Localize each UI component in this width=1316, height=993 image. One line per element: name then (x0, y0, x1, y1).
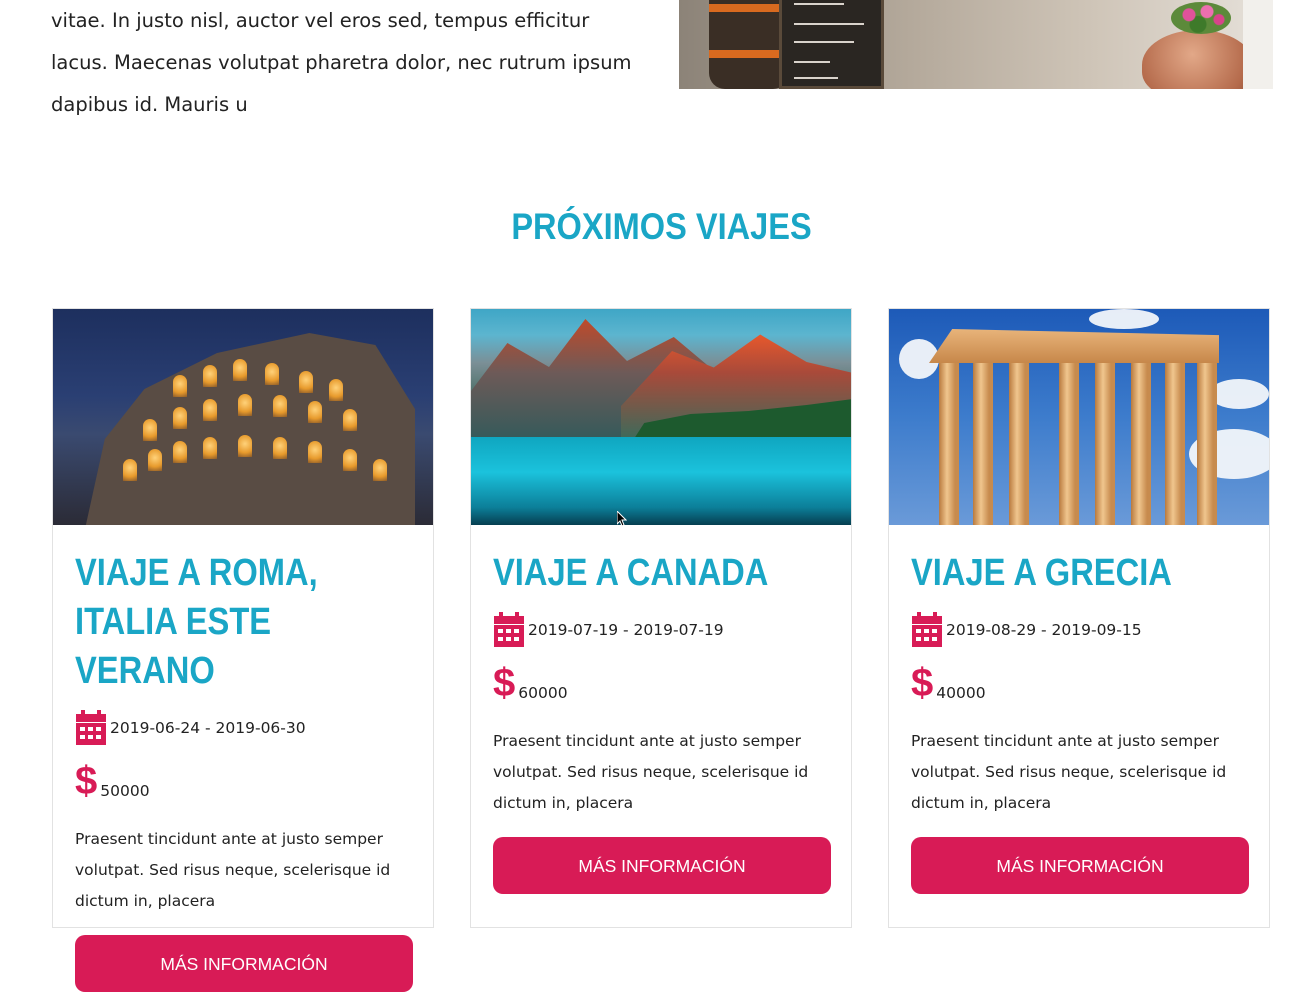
photo-barrel-hoop (709, 4, 789, 12)
photo-wall (1243, 0, 1273, 89)
more-info-button[interactable]: MÁS INFORMACIÓN (493, 837, 831, 894)
trip-dates: 2019-08-29 - 2019-09-15 (911, 612, 1247, 648)
more-info-button[interactable]: MÁS INFORMACIÓN (911, 837, 1249, 894)
trip-image-rome (53, 309, 433, 525)
trip-card: VIAJE A ROMA, ITALIA ESTE VERANO 2019-06… (52, 308, 434, 992)
section-title: PRÓXIMOS VIAJES (511, 206, 812, 247)
trip-description: Praesent tincidunt ante at justo semper … (493, 732, 809, 812)
trip-title: VIAJE A ROMA, ITALIA ESTE VERANO (75, 552, 318, 692)
trip-dates: 2019-07-19 - 2019-07-19 (493, 612, 829, 648)
trip-price-text: 40000 (936, 684, 986, 702)
intro-photo (679, 0, 1273, 89)
mouse-cursor-icon (617, 511, 627, 527)
trip-card-body: VIAJE A CANADA 2019-07-19 - 2019-07-19 $… (493, 525, 831, 894)
trip-dates: 2019-06-24 - 2019-06-30 (75, 710, 411, 746)
trip-card-body: VIAJE A GRECIA 2019-08-29 - 2019-09-15 $… (911, 525, 1249, 894)
intro-line: lacus. Maecenas volutpat pharetra dolor,… (51, 51, 632, 74)
trip-image-greece (889, 309, 1269, 525)
intro-line: dapibus id. Mauris u (51, 93, 248, 116)
trip-image-canada (471, 309, 851, 525)
dollar-icon: $ (911, 661, 934, 705)
photo-chalkboard (779, 0, 884, 89)
photo-pot (1142, 30, 1254, 89)
trip-dates-text: 2019-08-29 - 2019-09-15 (946, 621, 1142, 639)
photo-barrel-hoop (709, 50, 789, 58)
more-info-button[interactable]: MÁS INFORMACIÓN (75, 935, 413, 992)
trip-dates-text: 2019-07-19 - 2019-07-19 (528, 621, 724, 639)
intro-line: vitae. In justo nisl, auctor vel eros se… (51, 9, 590, 32)
calendar-icon (76, 710, 106, 745)
trip-description: Praesent tincidunt ante at justo semper … (75, 830, 391, 910)
photo-flowers (1171, 2, 1231, 34)
trip-card-body: VIAJE A ROMA, ITALIA ESTE VERANO 2019-06… (75, 525, 413, 992)
trip-card: VIAJE A GRECIA 2019-08-29 - 2019-09-15 $… (888, 308, 1270, 928)
trip-title: VIAJE A GRECIA (911, 552, 1172, 594)
trip-dates-text: 2019-06-24 - 2019-06-30 (110, 719, 306, 737)
photo-barrel (709, 0, 789, 89)
dollar-icon: $ (493, 661, 516, 705)
trip-title: VIAJE A CANADA (493, 552, 769, 594)
intro-paragraph: vitae. In justo nisl, auctor vel eros se… (51, 0, 651, 126)
dollar-icon: $ (75, 759, 98, 803)
trip-price-text: 50000 (100, 782, 150, 800)
calendar-icon (912, 612, 942, 647)
colosseum-shape (85, 333, 415, 525)
trip-description: Praesent tincidunt ante at justo semper … (911, 732, 1227, 812)
trip-price: $ 60000 (493, 661, 829, 705)
trip-price-text: 60000 (518, 684, 568, 702)
calendar-icon (494, 612, 524, 647)
trip-price: $ 40000 (911, 661, 1247, 705)
trip-card: VIAJE A CANADA 2019-07-19 - 2019-07-19 $… (470, 308, 852, 928)
trip-price: $ 50000 (75, 759, 411, 803)
